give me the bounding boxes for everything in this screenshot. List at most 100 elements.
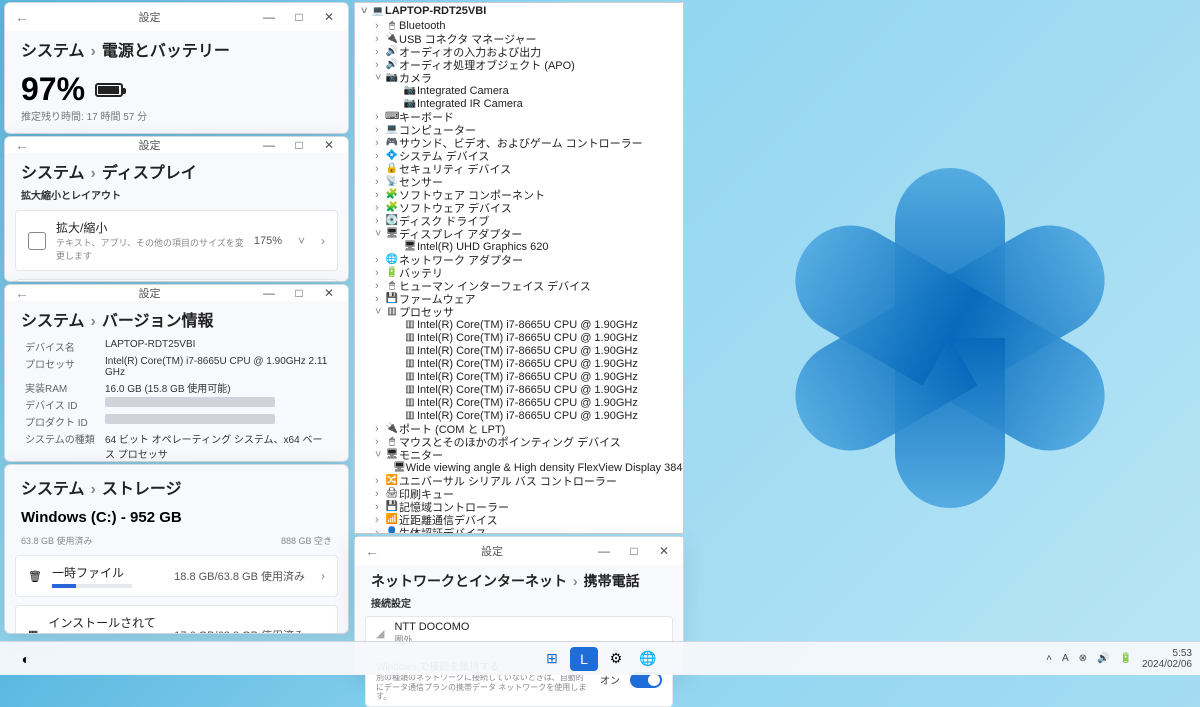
settings-about-window: ← 設定 — □ ✕ システム›バージョン情報 デバイス名LAPTOP-RDT2… [4,284,349,462]
tree-item[interactable]: ˅▥プロセッサ [355,305,683,318]
minimize-button[interactable]: — [254,138,284,152]
chevron-right-icon: › [321,234,325,248]
crumb-system[interactable]: システム [21,43,85,60]
spec-row: システムの種類64 ビット オペレーティング システム、x64 ベース プロセッ… [25,431,328,461]
breadcrumb: システム›バージョン情報 [5,301,348,335]
minimize-button[interactable]: — [254,10,284,24]
tree-item[interactable]: ▥Intel(R) Core(TM) i7-8665U CPU @ 1.90GH… [355,396,683,409]
battery-percent: 97% [5,65,348,108]
crumb-system[interactable]: システム [21,313,85,330]
close-button[interactable]: ✕ [649,544,679,558]
storage-used: 63.8 GB 使用済み [21,534,93,547]
storage-free: 888 GB 空き [281,534,332,547]
back-button[interactable]: ← [365,543,379,559]
trash-icon: 🗑 [28,570,42,583]
apps-icon: ▦ [28,628,38,634]
tree-item[interactable]: ▥Intel(R) Core(TM) i7-8665U CPU @ 1.90GH… [355,344,683,357]
chevron-down-icon: ˅ [298,234,305,248]
storage-apps-row[interactable]: ▦ インストールされているアプリ 17.6 GB/63.8 GB 使用済み › [15,605,338,634]
storage-temp-row[interactable]: 🗑 一時ファイル 18.8 GB/63.8 GB 使用済み › [15,555,338,597]
tree-item[interactable]: ▥Intel(R) Core(TM) i7-8665U CPU @ 1.90GH… [355,331,683,344]
maximize-button[interactable]: □ [284,286,314,300]
spec-row: デバイス名LAPTOP-RDT25VBI [25,339,328,354]
clock-date: 2024/02/06 [1142,659,1192,670]
back-button[interactable]: ← [15,137,29,153]
maximize-button[interactable]: □ [284,138,314,152]
breadcrumb: システム›ディスプレイ [5,153,348,187]
breadcrumb: システム›ストレージ [5,465,348,503]
tray-chevron-icon[interactable]: ˄ [1046,653,1052,664]
drive-title: Windows (C:) - 952 GB [5,503,348,526]
close-button[interactable]: ✕ [314,286,344,300]
crumb-system[interactable]: システム [21,165,85,182]
spec-table: デバイス名LAPTOP-RDT25VBI プロセッサIntel(R) Core(T… [5,335,348,462]
tree-item[interactable]: ▥Intel(R) Core(TM) i7-8665U CPU @ 1.90GH… [355,357,683,370]
titlebar: ← 設定 — □ ✕ [5,285,348,301]
scale-icon [28,232,46,250]
settings-display-window: ← 設定 — □ ✕ システム›ディスプレイ 拡大縮小とレイアウト 拡大/縮小テ… [4,136,349,282]
tree-item[interactable]: ˅🖥モニター [355,448,683,461]
settings-storage-window: システム›ストレージ Windows (C:) - 952 GB 63.8 GB… [4,464,349,634]
back-button[interactable]: ← [15,285,29,301]
spec-row: 実装RAM16.0 GB (15.8 GB 使用可能) [25,380,328,395]
breadcrumb: システム›電源とバッテリー [5,31,348,65]
tree-item[interactable]: ▥Intel(R) Core(TM) i7-8665U CPU @ 1.90GH… [355,370,683,383]
edge-icon[interactable]: ◐ [12,647,40,671]
taskbar: ◐ ⊞ L ⚙ 🌐 ˄ A ⊗ 🔊 🔋 5:53 2024/02/06 [0,641,1200,675]
crumb-page: 携帯電話 [584,573,640,589]
settings-icon[interactable]: ⚙ [602,647,630,671]
chevron-right-icon: › [321,569,325,583]
section-scale: 拡大縮小とレイアウト [5,187,348,206]
close-button[interactable]: ✕ [314,138,344,152]
tree-item[interactable]: ˅🖥ディスプレイ アダプター [355,227,683,240]
section-connection: 接続設定 [355,595,683,614]
scale-value: 175% [254,235,282,247]
resolution-setting-row[interactable]: ディスプレイの解像度接続されているディスプレイに合うように解像度を調整する 38… [15,279,338,282]
window-title: 設定 [395,543,589,559]
crumb-page: ディスプレイ [102,165,197,182]
tree-item[interactable]: ▥Intel(R) Core(TM) i7-8665U CPU @ 1.90GH… [355,318,683,331]
crumb-page: 電源とバッテリー [102,43,230,60]
clock-time: 5:53 [1142,648,1192,659]
back-button[interactable]: ← [15,9,29,25]
window-title: 設定 [45,285,254,301]
signal-icon: ◢ [376,627,384,640]
wifi-icon[interactable]: ⊗ [1079,653,1087,664]
maximize-button[interactable]: □ [284,10,314,24]
tree-item[interactable]: ˅📷カメラ [355,71,683,84]
crumb-system[interactable]: システム [21,481,85,498]
app-icon[interactable]: L [570,647,598,671]
spec-row: デバイス ID [25,397,328,412]
settings-power-window: ← 設定 — □ ✕ システム›電源とバッテリー 97% 推定残り時間: 17 … [4,2,349,134]
minimize-button[interactable]: — [254,286,284,300]
ime-indicator[interactable]: A [1062,653,1069,664]
window-title: 設定 [45,137,254,153]
tree-item[interactable]: ›👤生体認証デバイス [355,526,683,534]
crumb-page: ストレージ [102,481,182,498]
maximize-button[interactable]: □ [619,544,649,558]
battery-icon[interactable]: 🔋 [1119,653,1131,664]
start-button[interactable]: ⊞ [538,647,566,671]
battery-estimate: 推定残り時間: 17 時間 57 分 [5,108,348,127]
crumb-network[interactable]: ネットワークとインターネット [371,573,567,589]
tree-root[interactable]: ˅💻LAPTOP-RDT25VBI [355,3,683,19]
titlebar: ← 設定 — □ ✕ [355,537,683,565]
battery-icon [95,83,123,97]
spec-row: プロダクト ID [25,414,328,429]
crumb-page: バージョン情報 [102,313,214,330]
breadcrumb: ネットワークとインターネット›携帯電話 [355,565,683,595]
system-tray[interactable]: ˄ A ⊗ 🔊 🔋 5:53 2024/02/06 [1046,648,1192,670]
globe-icon[interactable]: 🌐 [634,647,662,671]
close-button[interactable]: ✕ [314,10,344,24]
tree-item[interactable]: 📷Integrated Camera [355,84,683,97]
minimize-button[interactable]: — [589,544,619,558]
scale-setting-row[interactable]: 拡大/縮小テキスト、アプリ、その他の項目のサイズを変更します 175% ˅ › [15,210,338,271]
titlebar: ← 設定 — □ ✕ [5,3,348,31]
chevron-right-icon: › [321,628,325,635]
volume-icon[interactable]: 🔊 [1097,653,1109,664]
titlebar: ← 設定 — □ ✕ [5,137,348,153]
tree-item[interactable]: ▥Intel(R) Core(TM) i7-8665U CPU @ 1.90GH… [355,383,683,396]
device-manager-window: ˅💻LAPTOP-RDT25VBI ›🖱Bluetooth›🔌USB コネクタ … [354,2,684,534]
spec-row: プロセッサIntel(R) Core(TM) i7-8665U CPU @ 1.… [25,356,328,378]
window-title: 設定 [45,9,254,25]
